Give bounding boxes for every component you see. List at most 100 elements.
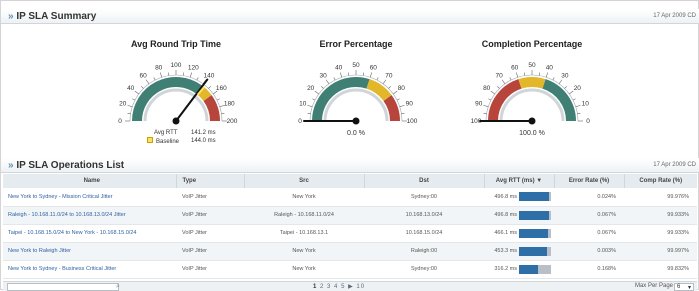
gauge-tick <box>491 91 495 94</box>
table-row[interactable]: Raleigh - 10.168.11.0/24 to 10.168.13.0/… <box>3 206 697 224</box>
pagination: 1 2 3 4 5 ▶ 10 <box>313 283 365 290</box>
row-src: New York <box>244 260 364 278</box>
page-link[interactable]: 1 <box>313 284 317 290</box>
gauge-dial: 1009080706050403020100 <box>457 51 607 141</box>
section-collapse-icon[interactable]: » <box>8 160 14 171</box>
row-name[interactable]: New York to Raleigh Jitter <box>3 242 176 260</box>
ops-header: » IP SLA Operations List 17 Apr 2009 CD <box>1 158 699 173</box>
row-comp-rate: 99.976% <box>624 188 697 206</box>
gauge-tick-label: 80 <box>483 85 491 92</box>
gauge-tick-label: 20 <box>307 85 315 92</box>
rtt-bar <box>519 247 551 256</box>
row-name[interactable]: Raleigh - 10.168.11.0/24 to 10.168.13.0/… <box>3 206 176 224</box>
gauge-hub <box>353 118 360 125</box>
gauge-tick <box>197 77 198 80</box>
col-type[interactable]: Type <box>176 174 244 188</box>
gauge-tick <box>190 72 192 77</box>
gauge-tick-label: 30 <box>561 73 569 80</box>
col-error-rate[interactable]: Error Rate (%) <box>554 174 624 188</box>
gauge-tick-label: 80 <box>155 65 163 72</box>
row-dst: 10.168.13.0/24 <box>364 206 484 224</box>
page-link[interactable]: 5 <box>341 284 345 290</box>
col-comp-rate[interactable]: Comp Rate (%) <box>624 174 697 188</box>
row-comp-rate: 99.997% <box>624 242 697 260</box>
table-row[interactable]: New York to Sydney - Business Critical J… <box>3 260 697 278</box>
gauge-title: Completion Percentage <box>457 39 607 49</box>
row-src: New York <box>244 242 364 260</box>
row-dst: Sydney:00 <box>364 260 484 278</box>
row-type: VoIP Jitter <box>176 260 244 278</box>
gauge-tick <box>146 80 149 84</box>
gauge-tick <box>326 80 329 84</box>
gauge-tick <box>516 72 518 77</box>
page-link[interactable]: 3 <box>327 284 331 290</box>
table-row[interactable]: New York to Sydney - Mission Critical Ji… <box>3 188 697 206</box>
row-name[interactable]: New York to Sydney - Mission Critical Ji… <box>3 188 176 206</box>
row-avg-rtt: 466.1 ms <box>484 224 554 242</box>
gauge-tick-label: 60 <box>139 73 147 80</box>
gauge-tick <box>483 105 488 107</box>
page-link[interactable]: 10 <box>356 284 365 290</box>
gauge-tick-label: 20 <box>119 101 127 108</box>
gauge-tick <box>497 86 499 88</box>
gauge-hub <box>529 118 536 125</box>
rtt-bar-fill <box>519 229 548 238</box>
row-dst: 10.168.15.0/24 <box>364 224 484 242</box>
next-page-icon[interactable]: ▶ <box>348 284 354 290</box>
gauge-tick-label: 40 <box>335 65 343 72</box>
gauge-tick-label: 0 <box>298 118 302 125</box>
gauge-tick-label: 90 <box>406 101 414 108</box>
row-type: VoIP Jitter <box>176 206 244 224</box>
rtt-bar <box>519 265 551 274</box>
gauge-band <box>368 84 388 98</box>
row-avg-rtt: 316.2 ms <box>484 260 554 278</box>
gauge-tick <box>389 86 391 88</box>
gauge-band <box>208 98 215 121</box>
gauge-tick <box>553 77 554 80</box>
gauge-tick <box>576 105 581 107</box>
rtt-value: 496.8 ms <box>494 194 517 200</box>
row-name[interactable]: New York to Sydney - Business Critical J… <box>3 260 176 278</box>
row-comp-rate: 99.933% <box>624 224 697 242</box>
col-avg-rtt[interactable]: Avg RTT (ms) ▼ <box>484 174 554 188</box>
gauge-tick-label: 140 <box>203 73 214 80</box>
row-dst: Sydney:00 <box>364 188 484 206</box>
table-row[interactable]: New York to Raleigh JitterVoIP JitterNew… <box>3 242 697 260</box>
gauge-completion-pct: Completion Percentage 100908070605040302… <box>457 39 607 147</box>
row-dst: Raleigh:00 <box>364 242 484 260</box>
gauge-tick <box>565 86 567 88</box>
rtt-bar <box>519 229 551 238</box>
gauge-tick <box>315 91 319 94</box>
max-per-page-label: Max Per Page <box>635 283 673 289</box>
table-row[interactable]: Taipei - 10.168.15.0/24 to New York - 10… <box>3 224 697 242</box>
gauge-tick <box>141 86 143 88</box>
gauge-tick <box>377 77 378 80</box>
gauge-tick-label: 70 <box>495 73 503 80</box>
page-link[interactable]: 4 <box>334 284 338 290</box>
gauge-readout: 100.0 % <box>457 130 607 137</box>
baseline-swatch <box>147 137 153 143</box>
gauge-legend: Avg RTT141.2 ms Baseline144.0 ms <box>147 129 216 145</box>
col-src[interactable]: Src <box>244 174 364 188</box>
gauge-tick <box>559 80 562 84</box>
gauge-band <box>388 98 395 121</box>
gauge-tick-label: 0 <box>586 118 590 125</box>
col-dst[interactable]: Dst <box>364 174 484 188</box>
gauge-tick <box>132 99 135 100</box>
row-name[interactable]: Taipei - 10.168.15.0/24 to New York - 10… <box>3 224 176 242</box>
row-error-rate: 0.067% <box>554 206 624 224</box>
row-error-rate: 0.003% <box>554 242 624 260</box>
gauge-title: Avg Round Trip Time <box>101 39 251 49</box>
section-collapse-icon[interactable]: » <box>8 11 14 22</box>
gauge-tick-label: 30 <box>319 73 327 80</box>
gauge-tick-label: 120 <box>188 65 199 72</box>
gauge-tick-label: 40 <box>546 65 554 72</box>
page: » IP SLA Summary 17 Apr 2009 CD Avg Roun… <box>0 0 699 290</box>
row-avg-rtt: 453.3 ms <box>484 242 554 260</box>
page-link[interactable]: 2 <box>320 284 324 290</box>
rtt-value: 316.2 ms <box>494 266 517 272</box>
rtt-bar <box>519 211 551 220</box>
row-src: Raleigh - 10.168.11.0/24 <box>244 206 364 224</box>
row-error-rate: 0.067% <box>554 224 624 242</box>
col-name[interactable]: Name <box>3 174 176 188</box>
